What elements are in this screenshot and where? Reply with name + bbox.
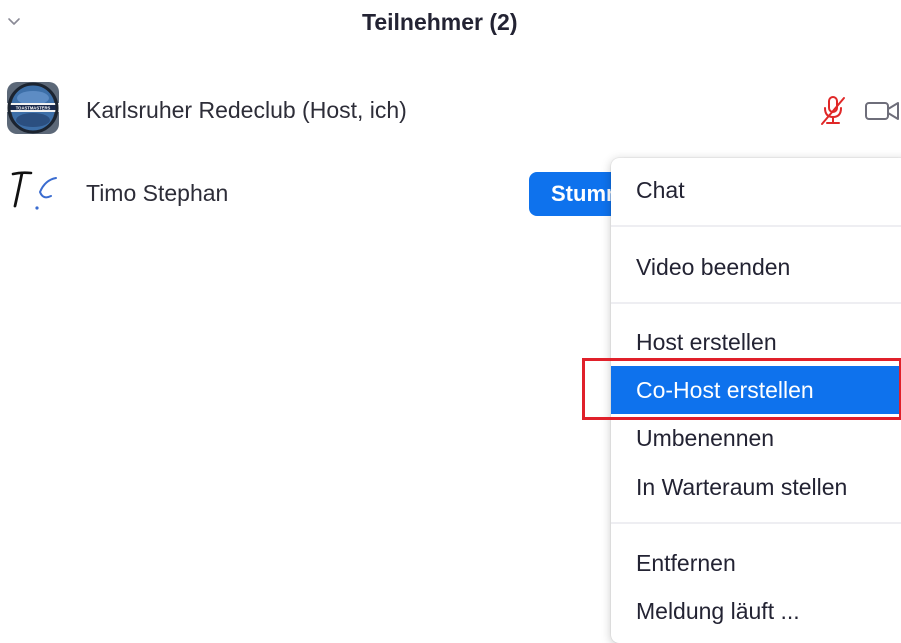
participant-name: Timo Stephan bbox=[86, 180, 229, 206]
mic-muted-icon[interactable] bbox=[818, 93, 848, 127]
menu-item-put-in-waiting-room[interactable]: In Warteraum stellen bbox=[611, 463, 901, 511]
menu-item-report[interactable]: Meldung läuft ... bbox=[611, 587, 901, 635]
menu-item-make-co-host[interactable]: Co-Host erstellen bbox=[611, 366, 901, 414]
toastmasters-logo-avatar: TOASTMASTERS bbox=[7, 82, 59, 134]
participant-row-host[interactable]: TOASTMASTERS Karlsruher Redeclub (Host, … bbox=[0, 80, 901, 140]
chevron-down-icon[interactable] bbox=[6, 14, 22, 30]
participant-name: Karlsruher Redeclub (Host, ich) bbox=[86, 97, 407, 123]
participant-context-menu: Chat Video beenden Host erstellen Co-Hos… bbox=[611, 158, 901, 643]
menu-item-remove[interactable]: Entfernen bbox=[611, 539, 901, 587]
video-camera-icon[interactable] bbox=[864, 98, 901, 124]
signature-avatar bbox=[11, 171, 57, 210]
menu-item-make-host[interactable]: Host erstellen bbox=[611, 318, 901, 366]
menu-item-stop-video[interactable]: Video beenden bbox=[611, 243, 901, 291]
panel-title: Teilnehmer (2) bbox=[362, 9, 518, 35]
menu-item-chat[interactable]: Chat bbox=[611, 166, 901, 214]
menu-separator bbox=[611, 302, 901, 304]
menu-separator bbox=[611, 522, 901, 524]
menu-item-rename[interactable]: Umbenennen bbox=[611, 414, 901, 462]
menu-separator bbox=[611, 225, 901, 227]
svg-text:TOASTMASTERS: TOASTMASTERS bbox=[16, 105, 51, 110]
